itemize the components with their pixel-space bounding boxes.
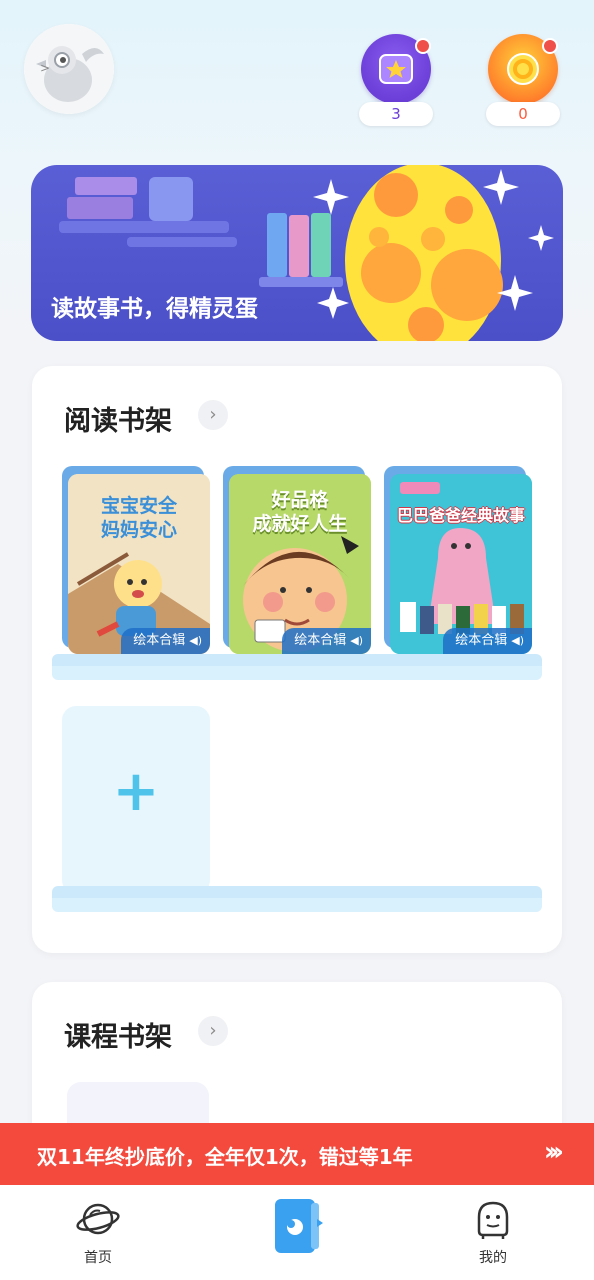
promo-strip[interactable]: 双11年终抄底价，全年仅1次，错过等1年 ››› (0, 1123, 594, 1185)
star-icon (379, 54, 413, 84)
banner-title: 读故事书，得精灵蛋 (51, 296, 258, 322)
stars-notification-dot (415, 38, 431, 54)
bookshelf-icon (275, 1199, 323, 1253)
nav-tab-mine[interactable]: 我的 (443, 1185, 543, 1280)
avatar[interactable]: > (24, 24, 114, 114)
arrow-right-icon: ››› (543, 1137, 564, 1167)
shelf-board-front (52, 898, 542, 912)
add-book-button[interactable]: + (62, 706, 210, 894)
book-item[interactable]: 巴巴爸爸经典故事 绘本合辑 ◀) (384, 466, 532, 656)
face-icon (477, 1201, 509, 1239)
nav-tab-home[interactable]: 首页 (48, 1185, 148, 1280)
coins-notification-dot (542, 38, 558, 54)
book-item[interactable]: 好品格 成就好人生 绘本合辑 ◀) (223, 466, 371, 656)
promo-text: 双11年终抄底价，全年仅1次，错过等1年 (37, 1145, 413, 1169)
book-badge: 绘本合辑 ◀) (443, 628, 532, 654)
bird-mascot-icon: > (24, 24, 114, 114)
book-badge-label: 绘本合辑 (294, 633, 347, 648)
svg-text:>: > (40, 61, 50, 75)
book-cover-title: 巴巴爸爸经典故事 (396, 506, 525, 525)
speaker-icon: ◀) (511, 634, 524, 647)
chevron-right-icon[interactable]: › (198, 400, 228, 430)
speaker-icon: ◀) (189, 634, 202, 647)
book-badge: 绘本合辑 ◀) (282, 628, 371, 654)
coins-count: 0 (486, 102, 560, 126)
book-cover-title: 宝宝安全 妈妈安心 (100, 495, 177, 541)
plus-icon: + (112, 759, 160, 824)
reading-shelf-title[interactable]: 阅读书架 (64, 399, 172, 438)
book-badge-label: 绘本合辑 (133, 633, 186, 648)
nav-tab-bookshelf[interactable] (247, 1185, 347, 1280)
nav-label-home: 首页 (84, 1250, 112, 1266)
shelf-board (52, 654, 542, 680)
stars-count: 3 (359, 102, 433, 126)
promo-banner[interactable]: 读故事书，得精灵蛋 (31, 165, 563, 341)
book-cover-title: 好品格 成就好人生 (252, 489, 348, 535)
coins-stat[interactable]: 0 (486, 34, 560, 126)
reading-shelf-card: 阅读书架 › 宝宝安全 妈妈安心 绘本合辑 ◀) 好品格 成就好人生 绘本合辑 … (32, 366, 562, 953)
shelf-board (52, 886, 542, 912)
book-cover: 好品格 成就好人生 绘本合辑 ◀) (229, 474, 371, 654)
course-shelf-title[interactable]: 课程书架 (64, 1015, 172, 1054)
bottom-nav: 首页 我的 (0, 1185, 594, 1280)
book-cover: 巴巴爸爸经典故事 绘本合辑 ◀) (390, 474, 532, 654)
book-badge-label: 绘本合辑 (455, 633, 508, 648)
chevron-right-icon[interactable]: › (198, 1016, 228, 1046)
coin-icon (507, 53, 539, 85)
planet-icon (76, 1203, 120, 1235)
book-badge: 绘本合辑 ◀) (121, 628, 210, 654)
speaker-icon: ◀) (350, 634, 363, 647)
stars-stat[interactable]: 3 (359, 34, 433, 126)
shelf-board-front (52, 666, 542, 680)
book-cover-art (390, 474, 532, 654)
book-item[interactable]: 宝宝安全 妈妈安心 绘本合辑 ◀) (62, 466, 210, 656)
book-cover: 宝宝安全 妈妈安心 绘本合辑 ◀) (68, 474, 210, 654)
nav-label-mine: 我的 (479, 1250, 507, 1266)
